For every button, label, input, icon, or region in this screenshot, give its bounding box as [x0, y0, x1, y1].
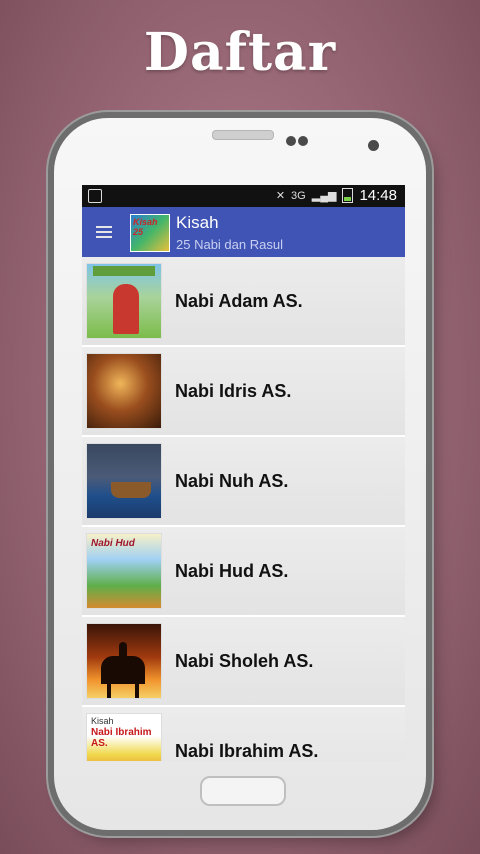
- battery-icon: [342, 188, 354, 203]
- home-button[interactable]: [200, 776, 286, 806]
- prophet-list: Nabi Adam AS. Nabi Idris AS. Nabi Nuh AS…: [82, 257, 405, 761]
- thumbnail-text: Kisah: [91, 716, 114, 726]
- thumbnail-image: [86, 623, 162, 699]
- notification-icon: [88, 189, 102, 203]
- phone-speaker: [212, 130, 274, 140]
- clock: 14:48: [359, 187, 397, 204]
- list-item-hud[interactable]: Nabi Hud Nabi Hud AS.: [82, 527, 405, 617]
- thumbnail-image: [86, 353, 162, 429]
- app-bar: Kisah 25 Kisah 25 Nabi dan Rasul: [82, 207, 405, 257]
- list-item-nuh[interactable]: Nabi Nuh AS.: [82, 437, 405, 527]
- thumbnail-image: Kisah Nabi Ibrahim AS.: [86, 713, 162, 761]
- list-item-adam[interactable]: Nabi Adam AS.: [82, 257, 405, 347]
- status-bar: ✕ 3G ▂▄▆ 14:48: [82, 185, 405, 207]
- list-item-idris[interactable]: Nabi Idris AS.: [82, 347, 405, 437]
- thumbnail-text: Nabi Ibrahim AS.: [91, 727, 152, 749]
- list-item-label: Nabi Hud AS.: [175, 561, 289, 581]
- list-item-label: Nabi Adam AS.: [175, 291, 303, 311]
- thumbnail-image: Nabi Hud: [86, 533, 162, 609]
- sensor-dot-icon: [286, 136, 296, 146]
- sensor-dot-icon: [298, 136, 308, 146]
- list-item-sholeh[interactable]: Nabi Sholeh AS.: [82, 617, 405, 707]
- app-screen: ✕ 3G ▂▄▆ 14:48 Kisah 25 Kisah 25 Nabi da…: [82, 185, 405, 761]
- mute-icon: ✕: [275, 190, 286, 202]
- list-item-label: Nabi Idris AS.: [175, 381, 292, 401]
- thumbnail-image: [86, 263, 162, 339]
- app-subtitle: 25 Nabi dan Rasul: [176, 237, 283, 252]
- app-logo-text: Kisah 25: [133, 217, 158, 237]
- list-item-label: Nabi Ibrahim AS.: [175, 741, 319, 761]
- list-item-label: Nabi Sholeh AS.: [175, 651, 314, 671]
- app-logo: Kisah 25: [130, 214, 170, 252]
- thumbnail-image: [86, 443, 162, 519]
- signal-icon: ▂▄▆: [311, 190, 337, 202]
- network-type: 3G: [291, 189, 306, 202]
- hamburger-menu-icon[interactable]: [96, 226, 112, 241]
- front-camera-icon: [368, 140, 379, 151]
- app-title: Kisah: [176, 213, 219, 232]
- headline-title: Daftar: [143, 22, 337, 83]
- list-item-label: Nabi Nuh AS.: [175, 471, 289, 491]
- list-item-ibrahim[interactable]: Kisah Nabi Ibrahim AS. Nabi Ibrahim AS.: [82, 707, 405, 761]
- thumbnail-text: Nabi Hud: [91, 538, 135, 549]
